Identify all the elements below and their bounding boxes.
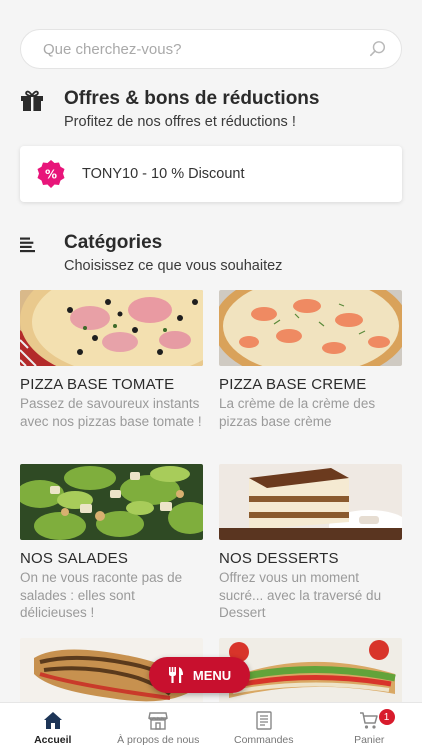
offers-header: Offres & bons de réductions Profitez de … xyxy=(20,88,319,130)
category-pizza-base-tomate[interactable]: PIZZA BASE TOMATE Passez de savoureux in… xyxy=(20,290,203,430)
tab-panier[interactable]: 1 Panier xyxy=(317,703,422,750)
offers-title: Offres & bons de réductions xyxy=(64,88,320,109)
category-desc: On ne vous raconte pas de salades : elle… xyxy=(20,570,183,620)
category-desc: Passez de savoureux instants avec nos pi… xyxy=(20,396,202,429)
category-nos-salades[interactable]: NOS SALADES On ne vous raconte pas de sa… xyxy=(20,464,203,622)
tiramisu-image xyxy=(219,464,402,540)
store-icon xyxy=(148,712,169,730)
category-desc: La crème de la crème des pizzas base crè… xyxy=(219,396,376,429)
tab-a-propos[interactable]: À propos de nous xyxy=(106,703,212,750)
list-icon xyxy=(20,237,35,253)
category-pizza-base-creme[interactable]: PIZZA BASE CREME La crème de la crème de… xyxy=(219,290,402,430)
tab-label: Commandes xyxy=(233,734,294,746)
bottom-tab-bar: Accueil À propos de nous Commandes 1 Pan… xyxy=(0,702,422,750)
discount-badge-icon: % xyxy=(37,160,65,188)
home-icon xyxy=(43,712,62,729)
menu-button[interactable]: MENU xyxy=(149,657,250,693)
offer-code-text: TONY10 - 10 % Discount xyxy=(82,166,245,182)
search-bar[interactable] xyxy=(20,29,402,69)
category-nos-desserts[interactable]: NOS DESSERTS Offrez vous un moment sucré… xyxy=(219,464,402,622)
search-icon[interactable] xyxy=(369,40,387,58)
cart-icon xyxy=(360,712,378,729)
offers-subtitle: Profitez de nos offres et réductions ! xyxy=(64,114,296,130)
gift-icon xyxy=(21,90,43,111)
pizza-creme-image xyxy=(219,290,402,366)
svg-text:%: % xyxy=(45,168,57,182)
categories-header: Catégories Choisissez ce que vous souhai… xyxy=(20,232,282,274)
pizza-tomate-image xyxy=(20,290,203,366)
tab-commandes[interactable]: Commandes xyxy=(211,703,317,750)
receipt-icon xyxy=(256,711,272,730)
categories-subtitle: Choisissez ce que vous souhaitez xyxy=(64,258,283,274)
categories-title: Catégories xyxy=(64,232,163,253)
tab-label: Accueil xyxy=(34,734,72,746)
tab-label: À propos de nous xyxy=(117,734,200,746)
search-input[interactable] xyxy=(43,40,369,58)
salad-image xyxy=(20,464,203,540)
category-name: PIZZA BASE TOMATE xyxy=(20,376,175,393)
tab-accueil[interactable]: Accueil xyxy=(0,703,106,750)
offer-card[interactable]: % TONY10 - 10 % Discount xyxy=(20,146,402,202)
category-desc: Offrez vous un moment sucré... avec la t… xyxy=(219,570,382,620)
tab-label: Panier xyxy=(354,734,385,746)
category-name: NOS SALADES xyxy=(20,550,129,567)
fork-knife-icon xyxy=(168,667,183,683)
category-name: PIZZA BASE CREME xyxy=(219,376,367,393)
menu-button-label: MENU xyxy=(192,667,232,683)
category-name: NOS DESSERTS xyxy=(219,550,339,567)
cart-count-badge: 1 xyxy=(378,709,395,725)
